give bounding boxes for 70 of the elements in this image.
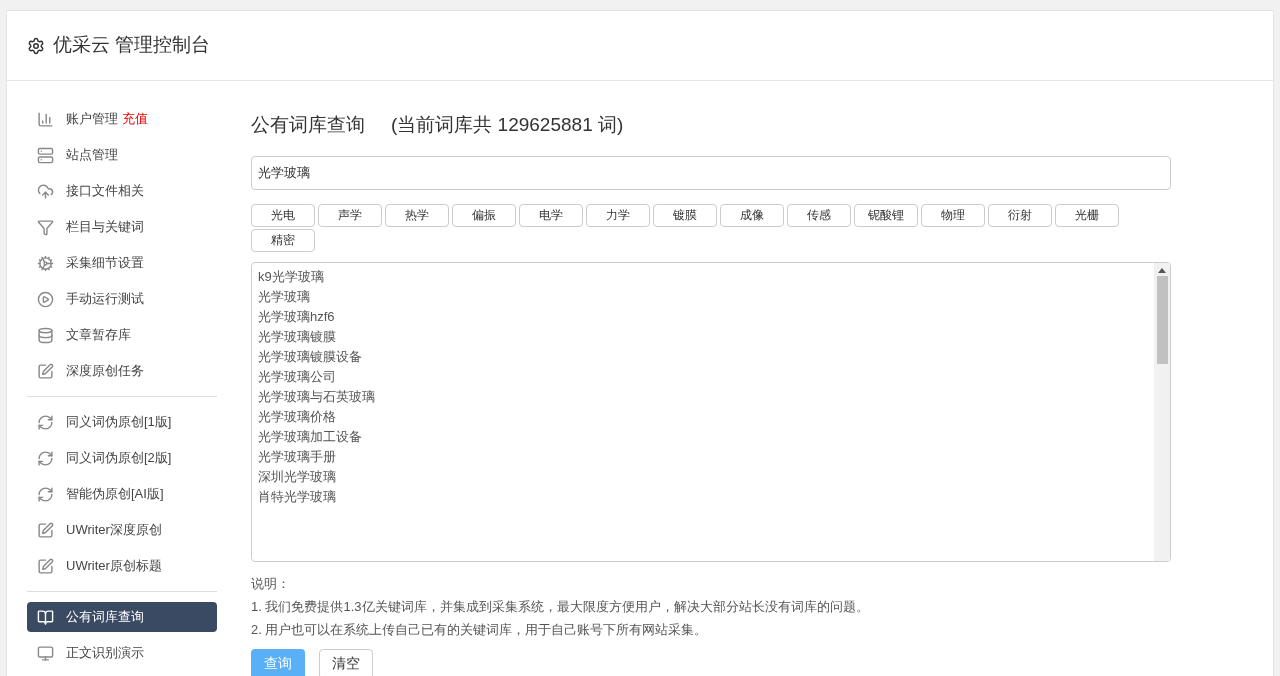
sidebar-item[interactable]: 采集细节设置 [27, 248, 217, 278]
result-item[interactable]: 光学玻璃加工设备 [258, 426, 1148, 447]
play-icon [37, 290, 54, 308]
tag-button[interactable]: 声学 [318, 203, 382, 227]
sidebar-item[interactable]: 站点管理 [27, 140, 217, 170]
tag-button[interactable]: 光电 [251, 203, 315, 227]
tag-button[interactable]: 光栅 [1055, 203, 1119, 227]
database-icon [37, 326, 54, 344]
edit-icon [37, 362, 54, 380]
edit-icon [37, 557, 54, 575]
tag-button[interactable]: 传感 [787, 203, 851, 227]
sidebar-item[interactable]: 公有词库查询 [27, 602, 217, 632]
server-icon [37, 146, 54, 164]
notes-title: 说明： [251, 574, 291, 593]
refresh-icon [37, 413, 54, 431]
clear-button[interactable]: 清空 [319, 648, 373, 676]
section-title: 公有词库查询 [251, 113, 365, 137]
sidebar-item[interactable]: 接口文件相关 [27, 176, 217, 206]
tag-button[interactable]: 镀膜 [653, 203, 717, 227]
book-icon [37, 608, 54, 626]
result-item[interactable]: 深圳光学玻璃 [258, 466, 1148, 487]
bar-chart-icon [37, 110, 54, 128]
refresh-icon [37, 449, 54, 467]
word-count: (当前词库共 129625881 词) [391, 113, 624, 137]
result-item[interactable]: k9光学玻璃 [258, 266, 1148, 287]
refresh-icon [37, 485, 54, 503]
result-item[interactable]: 光学玻璃镀膜设备 [258, 346, 1148, 367]
monitor-icon [37, 644, 54, 662]
gears-icon [37, 254, 54, 272]
sidebar-item[interactable]: 文章暂存库 [27, 320, 217, 350]
result-item[interactable]: 光学玻璃 [258, 286, 1148, 307]
recharge-link[interactable]: 充值 [122, 109, 148, 129]
settings-icon [27, 36, 45, 55]
result-item[interactable]: 光学玻璃镀膜 [258, 326, 1148, 347]
sidebar-item[interactable]: 手动运行测试 [27, 284, 217, 314]
tag-button[interactable]: 电学 [519, 203, 583, 227]
sidebar-item[interactable]: UWriter深度原创 [27, 515, 217, 545]
result-item[interactable]: 光学玻璃与石英玻璃 [258, 386, 1148, 407]
tag-button[interactable]: 精密 [251, 228, 315, 252]
scroll-up-icon[interactable] [1158, 267, 1166, 273]
tag-button[interactable]: 铌酸锂 [854, 203, 918, 227]
scroll-thumb[interactable] [1156, 275, 1168, 364]
sidebar-item[interactable]: 深度原创任务 [27, 356, 217, 386]
sidebar-item[interactable]: 智能伪原创[AI版] [27, 479, 217, 509]
result-item[interactable]: 光学玻璃价格 [258, 406, 1148, 427]
result-item[interactable]: 光学玻璃公司 [258, 366, 1148, 387]
tag-button[interactable]: 偏振 [452, 203, 516, 227]
sidebar-item[interactable]: UWriter原创标题 [27, 551, 217, 581]
cloud-upload-icon [37, 182, 54, 200]
result-item[interactable]: 光学玻璃hzf6 [258, 306, 1148, 327]
note-text: 2. 用户也可以在系统上传自己已有的关键词库，用于自己账号下所有网站采集。 [251, 620, 709, 639]
note-text: 1. 我们免费提供1.3亿关键词库，并集成到采集系统，最大限度方便用户，解决大部分站长没有词库的问题。 [251, 597, 870, 616]
search-field[interactable]: 光学玻璃 [251, 155, 1171, 190]
results-list[interactable]: k9光学玻璃 光学玻璃 光学玻璃hzf6 光学玻璃镀膜 光学玻璃镀膜设备 光学玻璃公司 光学玻璃与石英玻璃 光学玻璃价格 光学玻璃加工设备 光学玻璃手册 深圳光学玻璃 肖特光学玻璃 [251, 261, 1171, 562]
sidebar-item[interactable]: 正文识别演示 [27, 638, 217, 668]
tag-button[interactable]: 力学 [586, 203, 650, 227]
sidebar-item[interactable]: 栏目与关键词 [27, 212, 217, 242]
result-item[interactable]: 肖特光学玻璃 [258, 486, 1148, 507]
sidebar-item[interactable]: 账户管理 充值 [27, 104, 217, 134]
scrollbar[interactable] [1154, 262, 1170, 561]
tag-button[interactable]: 物理 [921, 203, 985, 227]
sidebar-item[interactable]: 同义词伪原创[2版] [27, 443, 217, 473]
result-item[interactable]: 光学玻璃手册 [258, 446, 1148, 467]
tag-button[interactable]: 热学 [385, 203, 449, 227]
tag-button[interactable]: 成像 [720, 203, 784, 227]
filter-icon [37, 218, 54, 236]
sidebar-item[interactable]: 同义词伪原创[1版] [27, 407, 217, 437]
tag-button[interactable]: 衍射 [988, 203, 1052, 227]
edit-icon [37, 521, 54, 539]
page-title: 优采云 管理控制台 [53, 33, 211, 58]
